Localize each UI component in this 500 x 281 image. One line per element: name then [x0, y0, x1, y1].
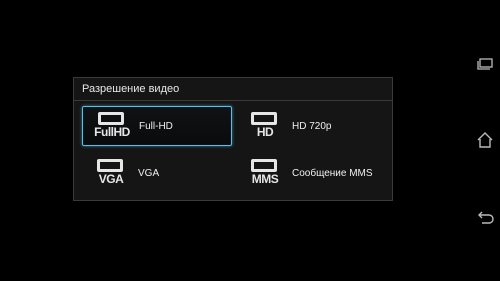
home-button[interactable] — [474, 130, 496, 150]
recent-apps-button[interactable] — [474, 55, 496, 75]
back-icon — [478, 211, 494, 224]
option-vga[interactable]: VGA VGA — [82, 153, 232, 193]
hd-resolution-icon: HD — [245, 110, 285, 142]
option-hd-720p[interactable]: HD HD 720p — [236, 106, 386, 146]
video-resolution-dialog: Разрешение видео FullHD Full-HD HD HD 72… — [73, 77, 393, 201]
dialog-title: Разрешение видео — [82, 83, 180, 95]
fullhd-resolution-icon: FullHD — [92, 110, 132, 142]
home-icon — [477, 132, 493, 148]
mms-resolution-icon: MMS — [245, 157, 285, 189]
option-label: HD 720p — [292, 120, 332, 132]
back-button[interactable] — [474, 207, 496, 227]
option-label: Сообщение MMS — [292, 167, 373, 179]
option-mms[interactable]: MMS Сообщение MMS — [236, 153, 386, 193]
title-divider — [74, 100, 392, 101]
option-label: VGA — [138, 167, 160, 179]
option-label: Full-HD — [139, 120, 173, 132]
vga-resolution-icon: VGA — [91, 157, 131, 189]
option-full-hd[interactable]: FullHD Full-HD — [82, 106, 232, 146]
recent-apps-icon — [477, 58, 493, 70]
